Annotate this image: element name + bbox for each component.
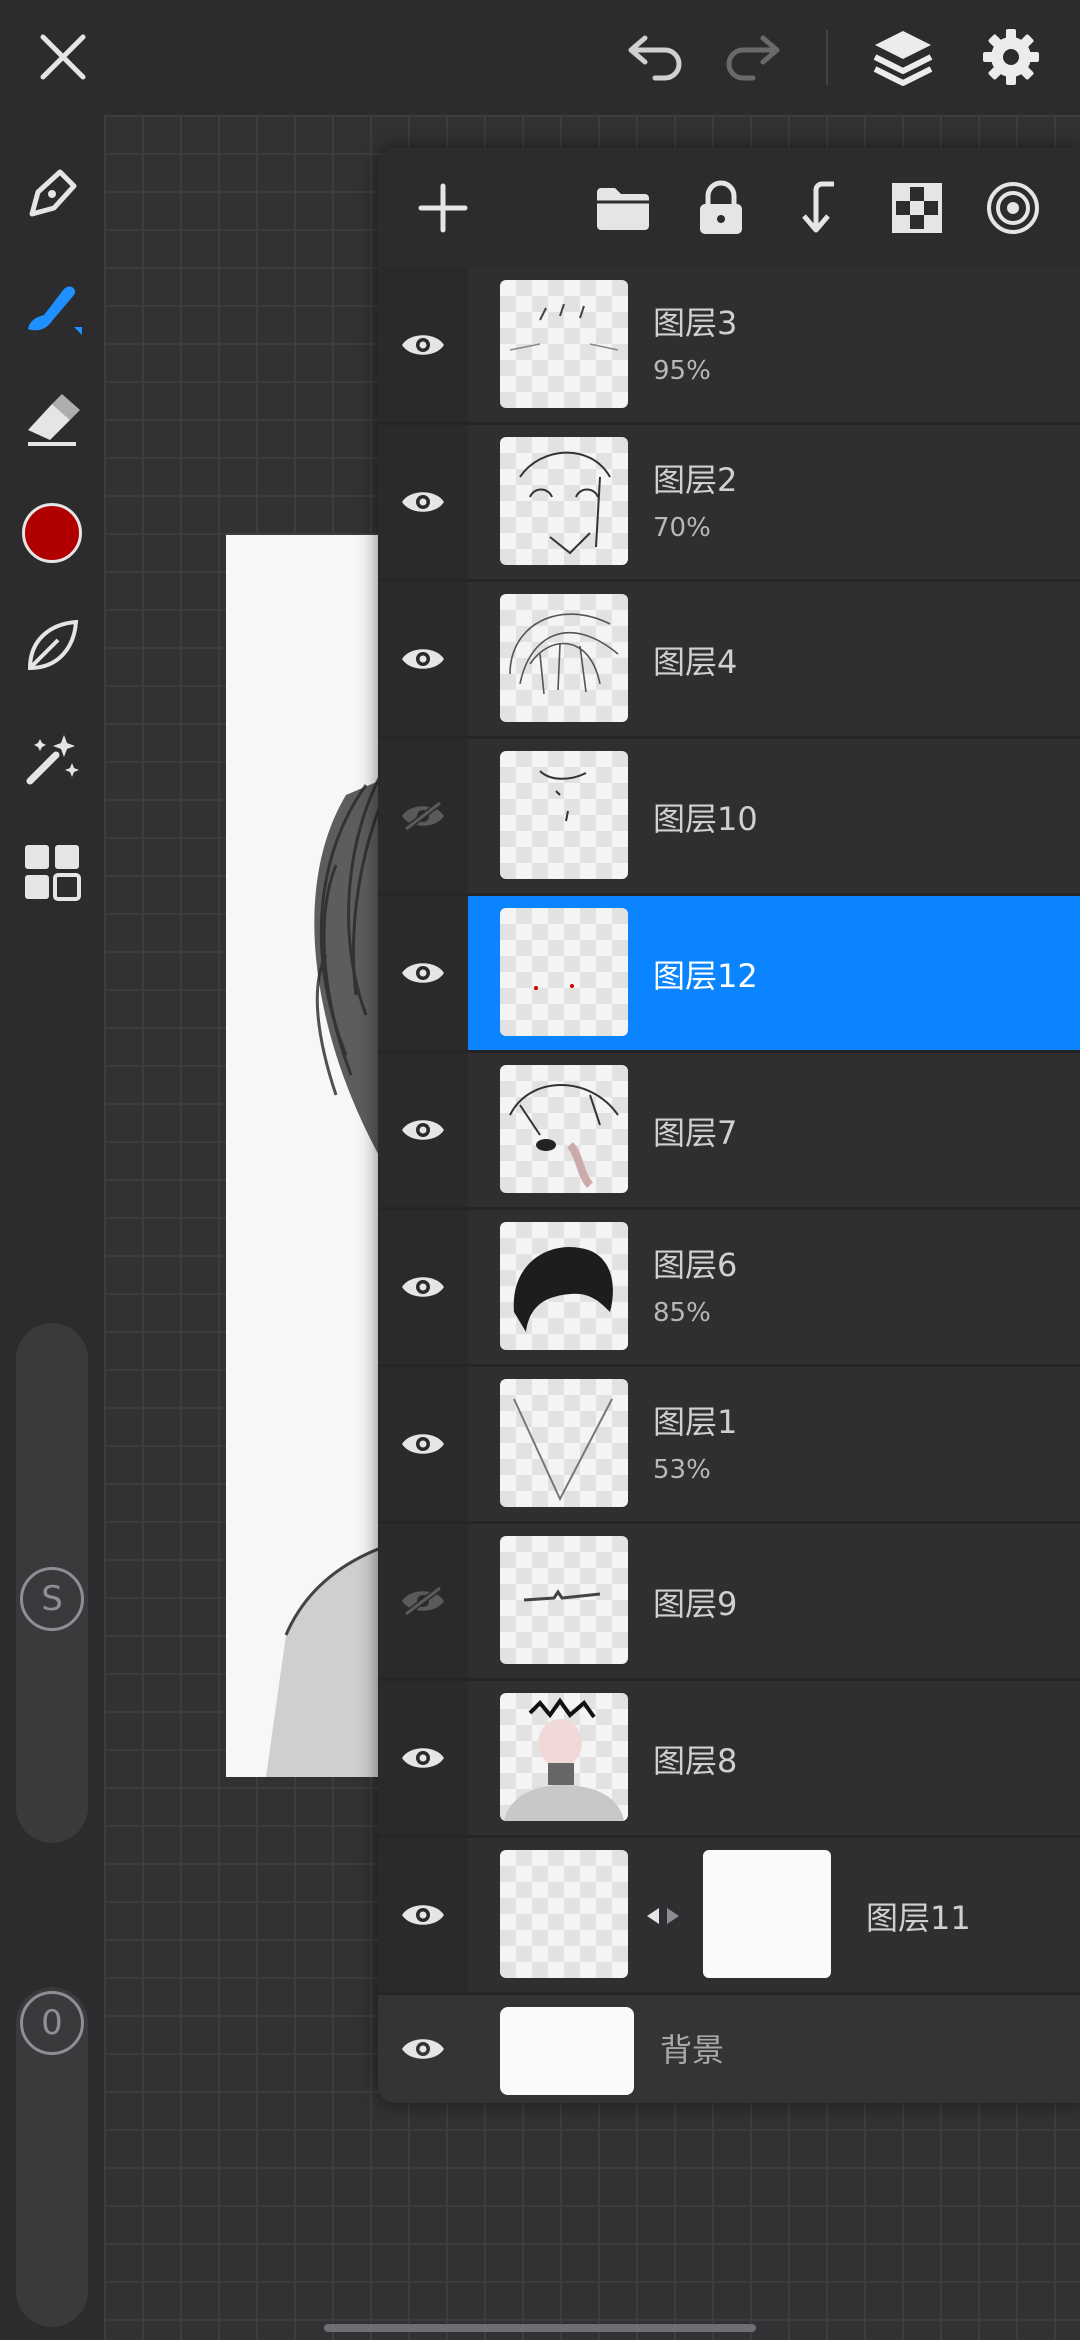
layer-thumbnail: [500, 594, 628, 722]
lock-icon[interactable]: [686, 173, 756, 243]
layer-name: 图层6: [653, 1246, 738, 1284]
folder-icon[interactable]: [588, 173, 658, 243]
layer-name: 图层9: [653, 1585, 738, 1623]
target-rings-icon[interactable]: [978, 173, 1048, 243]
layer-thumbnail: [500, 751, 628, 879]
brush-size-slider[interactable]: S: [16, 1323, 88, 1843]
layer-row[interactable]: 图层10: [378, 739, 1080, 896]
magic-wand-icon[interactable]: [17, 724, 87, 794]
layer-name: 图层8: [653, 1742, 738, 1780]
opacity-slider-knob[interactable]: 0: [20, 1991, 84, 2055]
opacity-slider[interactable]: 0: [16, 1987, 88, 2327]
layer-mask-thumbnail[interactable]: [703, 1850, 831, 1978]
layer-row[interactable]: 图层1 53%: [378, 1367, 1080, 1524]
eye-icon[interactable]: [378, 1995, 468, 2103]
layer-name: 图层11: [866, 1899, 971, 1937]
layer-name: 图层10: [653, 800, 758, 838]
eye-icon[interactable]: [378, 268, 468, 422]
eye-icon[interactable]: [378, 896, 468, 1050]
layers-panel-toolbar: [378, 148, 1080, 268]
layer-name: 图层2: [653, 461, 738, 499]
eye-hidden-icon[interactable]: [378, 1524, 468, 1678]
layer-name: 图层7: [653, 1114, 738, 1152]
layer-row[interactable]: 图层2 70%: [378, 425, 1080, 582]
layer-row-selected[interactable]: 图层12: [378, 896, 1080, 1053]
color-swatch[interactable]: [17, 498, 87, 568]
add-layer-icon[interactable]: [408, 173, 478, 243]
layer-thumbnail: [500, 1222, 628, 1350]
layer-thumbnail: [500, 1065, 628, 1193]
layer-row[interactable]: 图层3 95%: [378, 268, 1080, 425]
layers-icon[interactable]: [868, 22, 938, 92]
layer-row[interactable]: 图层11: [378, 1838, 1080, 1995]
layer-name: 图层4: [653, 643, 738, 681]
layer-row[interactable]: 图层7: [378, 1053, 1080, 1210]
gear-icon[interactable]: [976, 22, 1046, 92]
layer-opacity: 85%: [653, 1298, 711, 1328]
layer-row[interactable]: 图层8: [378, 1681, 1080, 1838]
checkerboard-icon[interactable]: [882, 173, 952, 243]
eye-icon[interactable]: [378, 1681, 468, 1835]
pen-icon[interactable]: [17, 159, 87, 229]
layer-name: 背景: [660, 2031, 725, 2069]
layer-thumbnail: [500, 1379, 628, 1507]
left-toolbar: S 0: [0, 115, 104, 2340]
top-toolbar: [0, 0, 1080, 115]
merge-down-icon[interactable]: [784, 173, 854, 243]
mask-link-icon: [643, 1904, 683, 1932]
eye-icon[interactable]: [378, 582, 468, 736]
eye-hidden-icon[interactable]: [378, 739, 468, 893]
redo-icon[interactable]: [718, 22, 788, 92]
eye-icon[interactable]: [378, 1367, 468, 1521]
layer-thumbnail: [500, 280, 628, 408]
toolbar-divider: [826, 30, 828, 85]
layer-opacity: 95%: [653, 356, 711, 386]
layer-row[interactable]: 图层4: [378, 582, 1080, 739]
size-slider-knob[interactable]: S: [20, 1567, 84, 1631]
layer-name: 图层12: [653, 957, 758, 995]
layer-row[interactable]: 图层6 85%: [378, 1210, 1080, 1367]
smudge-leaf-icon[interactable]: [17, 611, 87, 681]
layer-thumbnail: [500, 1536, 628, 1664]
layer-thumbnail: [500, 908, 628, 1036]
layer-opacity: 70%: [653, 513, 711, 543]
layer-name: 图层1: [653, 1403, 738, 1441]
eye-icon[interactable]: [378, 1053, 468, 1207]
eye-icon[interactable]: [378, 1838, 468, 1992]
close-icon[interactable]: [28, 22, 98, 92]
background-layer-row[interactable]: 背景: [378, 1995, 1080, 2103]
eye-icon[interactable]: [378, 1210, 468, 1364]
undo-icon[interactable]: [620, 22, 690, 92]
layer-name: 图层3: [653, 304, 738, 342]
brush-icon[interactable]: [17, 272, 87, 342]
layer-thumbnail: [500, 1850, 628, 1978]
layer-opacity: 53%: [653, 1455, 711, 1485]
layer-thumbnail: [500, 437, 628, 565]
background-thumbnail: [500, 2007, 634, 2095]
layers-panel: 图层3 95% 图层2 70% 图层4 图层10 图层12 图层7 图层6 85…: [378, 148, 1080, 2103]
eye-icon[interactable]: [378, 425, 468, 579]
grid-menu-icon[interactable]: [17, 837, 87, 907]
eraser-icon[interactable]: [17, 385, 87, 455]
home-indicator: [324, 2324, 756, 2332]
layer-thumbnail: [500, 1693, 628, 1821]
layer-row[interactable]: 图层9: [378, 1524, 1080, 1681]
